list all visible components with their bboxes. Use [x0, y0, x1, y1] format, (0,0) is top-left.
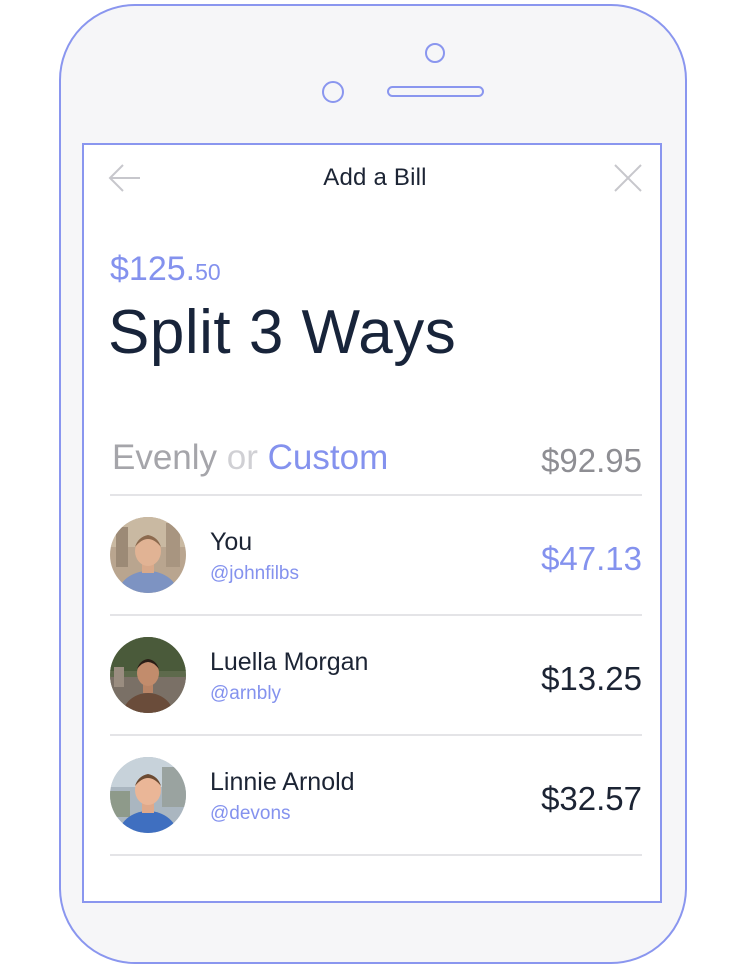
front-camera [425, 43, 445, 63]
person-handle: @devons [210, 803, 291, 824]
arrow-left-icon [108, 164, 140, 192]
person-row-linnie-arnold[interactable]: Linnie Arnold @devons $32.57 [110, 736, 642, 856]
person-amount[interactable]: $47.13 [541, 540, 642, 578]
bill-total-dollars: $125. [110, 250, 196, 288]
person-handle: @arnbly [210, 683, 282, 704]
split-headline: Split 3 Ways [108, 298, 457, 367]
bill-total-cents: 50 [195, 259, 221, 285]
split-custom-option[interactable]: Custom [268, 438, 389, 477]
proximity-sensor [322, 81, 344, 103]
person-amount[interactable]: $13.25 [541, 660, 642, 698]
split-mode-selector: Evenly or Custom [112, 438, 388, 478]
avatar [110, 517, 186, 593]
person-name: Luella Morgan [210, 648, 369, 676]
avatar [110, 757, 186, 833]
person-row-luella-morgan[interactable]: Luella Morgan @arnbly $13.25 [110, 616, 642, 736]
person-handle: @johnfilbs [210, 563, 299, 584]
split-or-label: or [226, 438, 258, 477]
back-button[interactable] [108, 162, 142, 194]
row-divider [110, 854, 642, 856]
page-title: Add a Bill [323, 164, 427, 191]
person-row-you[interactable]: You @johnfilbs $47.13 [110, 496, 642, 616]
close-button[interactable] [612, 162, 644, 194]
person-amount[interactable]: $32.57 [541, 780, 642, 818]
bill-total: $125.50 [110, 250, 221, 289]
person-name: You [210, 528, 253, 556]
earpiece-speaker [387, 86, 484, 97]
remaining-amount: $92.95 [541, 442, 642, 479]
split-evenly-option[interactable]: Evenly [112, 438, 217, 477]
person-name: Linnie Arnold [210, 768, 355, 796]
close-icon [614, 164, 642, 192]
avatar [110, 637, 186, 713]
